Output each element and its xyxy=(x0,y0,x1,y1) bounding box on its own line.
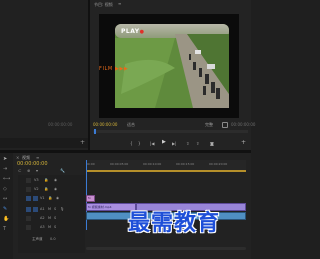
lock-icon[interactable]: 🔒 xyxy=(44,178,48,183)
track-master: 主声道 0.0 xyxy=(18,236,86,243)
track-name: 主声道 xyxy=(32,237,43,241)
source-controls-bar xyxy=(0,138,88,148)
track-v1: V1 🔒 ◉ xyxy=(18,195,86,202)
program-add-icon[interactable]: + xyxy=(241,140,246,146)
slip-icon[interactable]: ↔ xyxy=(3,197,7,202)
mic-icon[interactable]: 🎙 xyxy=(60,207,64,212)
pen-icon[interactable]: ✎ xyxy=(3,207,7,212)
eye-icon[interactable]: ◉ xyxy=(54,187,57,192)
selection-tool-icon[interactable]: ➤ xyxy=(3,157,7,162)
track-a2: A2 M S xyxy=(18,215,86,222)
track-a3: A3 M S xyxy=(18,224,86,231)
track-select-icon[interactable]: ⇥ xyxy=(3,167,7,172)
source-patch[interactable] xyxy=(26,216,31,221)
track-v2: V2 🔒 ◉ xyxy=(18,186,86,193)
timeline-menu-icon[interactable]: ≡ xyxy=(36,155,39,160)
timeline-timecode[interactable]: 00:00:00:00 xyxy=(17,161,48,167)
step-back-icon[interactable]: |◀ xyxy=(150,141,154,146)
source-panel xyxy=(0,0,88,150)
watermark: 最需教育 xyxy=(128,211,221,236)
solo-button[interactable]: S xyxy=(54,225,56,230)
source-patch[interactable] xyxy=(26,187,31,192)
track-name: V2 xyxy=(34,187,39,191)
mark-in-icon[interactable]: { xyxy=(130,141,133,146)
program-playhead[interactable] xyxy=(94,129,96,134)
film-overlay-text: FILM ▶▶▶ xyxy=(99,66,129,72)
extract-icon[interactable]: ⇪ xyxy=(196,141,199,146)
source-patch[interactable] xyxy=(26,225,31,230)
track-target[interactable] xyxy=(33,207,38,212)
video-image xyxy=(115,24,229,108)
track-v3: V3 🔒 ◉ xyxy=(18,177,86,184)
program-scrubber[interactable] xyxy=(93,130,248,133)
hand-icon[interactable]: ✋ xyxy=(3,217,9,222)
clip-v2[interactable]: fx xyxy=(86,195,95,202)
track-name: V1 xyxy=(40,196,45,200)
source-add-icon[interactable]: + xyxy=(80,140,85,146)
master-volume[interactable]: 0.0 xyxy=(50,237,56,242)
ruler-label: 00:00:05:00 xyxy=(110,162,129,166)
source-timecode: 00:00:00:00 xyxy=(48,122,73,127)
ripple-edit-icon[interactable]: ⟷ xyxy=(3,177,10,182)
type-icon[interactable]: T xyxy=(3,227,6,232)
play-overlay-text: PLAY● xyxy=(121,28,145,35)
clip-v1[interactable]: fx 视频素材.mp4 xyxy=(86,203,136,211)
program-timecode-left[interactable]: 00:00:00:00 xyxy=(93,122,117,127)
play-icon[interactable]: ▶ xyxy=(162,140,166,145)
ruler-label: 00:00:15:00 xyxy=(176,162,195,166)
snap-icon[interactable]: ⊂ xyxy=(18,168,21,173)
solo-button[interactable]: S xyxy=(54,216,56,221)
clip-v1-label: fx 视频素材.mp4 xyxy=(88,205,112,209)
step-forward-icon[interactable]: ▶| xyxy=(172,141,176,146)
eye-icon[interactable]: ◉ xyxy=(56,196,59,201)
eye-icon[interactable]: ◉ xyxy=(54,178,57,183)
program-menu-icon[interactable]: ≡ xyxy=(118,1,121,6)
razor-icon[interactable]: ◇ xyxy=(3,187,7,192)
camera-icon[interactable]: ◙ xyxy=(210,141,214,146)
mark-out-icon[interactable]: } xyxy=(138,141,141,146)
source-patch-active[interactable] xyxy=(26,207,31,212)
timeline-scrollbar[interactable] xyxy=(86,247,246,250)
source-patch[interactable] xyxy=(26,178,31,183)
work-area-bar[interactable] xyxy=(86,170,246,172)
track-name: A2 xyxy=(40,216,45,220)
add-marker-icon[interactable]: ▾ xyxy=(36,168,38,173)
fit-dropdown[interactable]: 适合 xyxy=(127,122,135,127)
timeline-tab[interactable]: 视频 xyxy=(22,155,30,160)
mute-button[interactable]: M xyxy=(48,207,51,212)
track-target[interactable] xyxy=(33,196,38,201)
track-name: A3 xyxy=(40,225,45,229)
lock-icon[interactable]: 🔒 xyxy=(44,187,48,192)
track-name: V3 xyxy=(34,178,39,182)
ruler-label: 00:00:10:00 xyxy=(143,162,162,166)
program-tab[interactable]: 节目: 视频 xyxy=(94,2,113,7)
track-a1: A1 M S 🎙 xyxy=(18,206,86,213)
program-timecode-right: 00:00:00:00 xyxy=(231,122,256,127)
clip-v1-ext[interactable] xyxy=(136,203,246,211)
track-name: A1 xyxy=(40,207,45,211)
ruler-label: 00:00:20:00 xyxy=(209,162,228,166)
timeline-close-icon[interactable]: × xyxy=(16,155,19,160)
lift-icon[interactable]: ⇧ xyxy=(186,141,189,146)
source-patch-active[interactable] xyxy=(26,196,31,201)
solo-button[interactable]: S xyxy=(54,207,56,212)
lock-icon[interactable]: 🔒 xyxy=(48,196,52,201)
timeline-settings-icon[interactable]: 🔧 xyxy=(60,168,65,173)
ruler-label: 00:00 xyxy=(86,162,95,166)
clip-v2-label: fx xyxy=(88,196,91,200)
mute-button[interactable]: M xyxy=(48,216,51,221)
mute-button[interactable]: M xyxy=(48,225,51,230)
quality-dropdown[interactable]: 完整 xyxy=(205,122,213,127)
wrench-icon[interactable] xyxy=(222,122,228,128)
linked-select-icon[interactable]: ⊕ xyxy=(27,168,30,173)
